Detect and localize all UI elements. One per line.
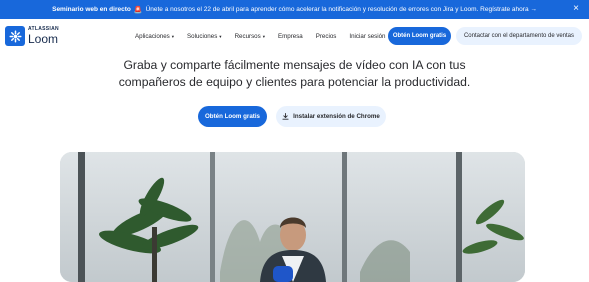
logo-wordmark: ATLASSIAN Loom <box>28 27 59 46</box>
main-menu: Aplicaciones ▾ Soluciones ▾ Recursos ▾ Empr… <box>135 19 399 53</box>
hero-headline-line-1: Graba y comparte fácilmente mensajes de … <box>123 58 466 72</box>
get-loom-free-nav-button[interactable]: Obtén Loom gratis <box>388 27 451 45</box>
download-icon <box>282 113 289 120</box>
menu-item-empresa[interactable]: Empresa <box>278 33 303 40</box>
menu-item-precios[interactable]: Precios <box>316 33 337 40</box>
chevron-down-icon: ▾ <box>219 33 222 39</box>
banner-title: Seminario web en directo <box>52 6 131 13</box>
contact-sales-button[interactable]: Contactar con el departamento de ventas <box>456 27 582 45</box>
banner-message[interactable]: Únete a nosotros el 22 de abril para apr… <box>146 6 537 13</box>
menu-item-aplicaciones[interactable]: Aplicaciones ▾ <box>135 33 174 40</box>
install-chrome-extension-button[interactable]: Instalar extensión de Chrome <box>276 106 386 127</box>
logo-loom-text: Loom <box>28 32 59 46</box>
chevron-down-icon: ▾ <box>262 33 265 39</box>
menu-item-recursos[interactable]: Recursos ▾ <box>235 33 265 40</box>
menu-item-soluciones[interactable]: Soluciones ▾ <box>187 33 222 40</box>
hero-headline: Graba y comparte fácilmente mensajes de … <box>0 57 589 91</box>
announcement-banner[interactable]: Seminario web en directo 🚨 Únete a nosot… <box>0 0 589 19</box>
get-loom-free-button[interactable]: Obtén Loom gratis <box>198 106 267 127</box>
hero-headline-line-2: compañeros de equipo y clientes para pot… <box>118 75 471 89</box>
loom-logo[interactable]: ATLASSIAN Loom <box>5 25 63 47</box>
top-navigation: ATLASSIAN Loom Aplicaciones ▾ Soluciones ▾… <box>0 19 589 53</box>
chevron-down-icon: ▾ <box>171 33 175 39</box>
close-icon[interactable]: × <box>573 3 579 15</box>
loom-logo-mark-icon <box>5 26 25 46</box>
video-frame-image <box>60 152 525 282</box>
menu-item-iniciar-sesion[interactable]: Iniciar sesión <box>349 33 385 40</box>
siren-icon: 🚨 <box>133 6 143 14</box>
demo-video-preview[interactable] <box>60 152 525 282</box>
install-chrome-extension-label: Instalar extensión de Chrome <box>293 113 380 120</box>
